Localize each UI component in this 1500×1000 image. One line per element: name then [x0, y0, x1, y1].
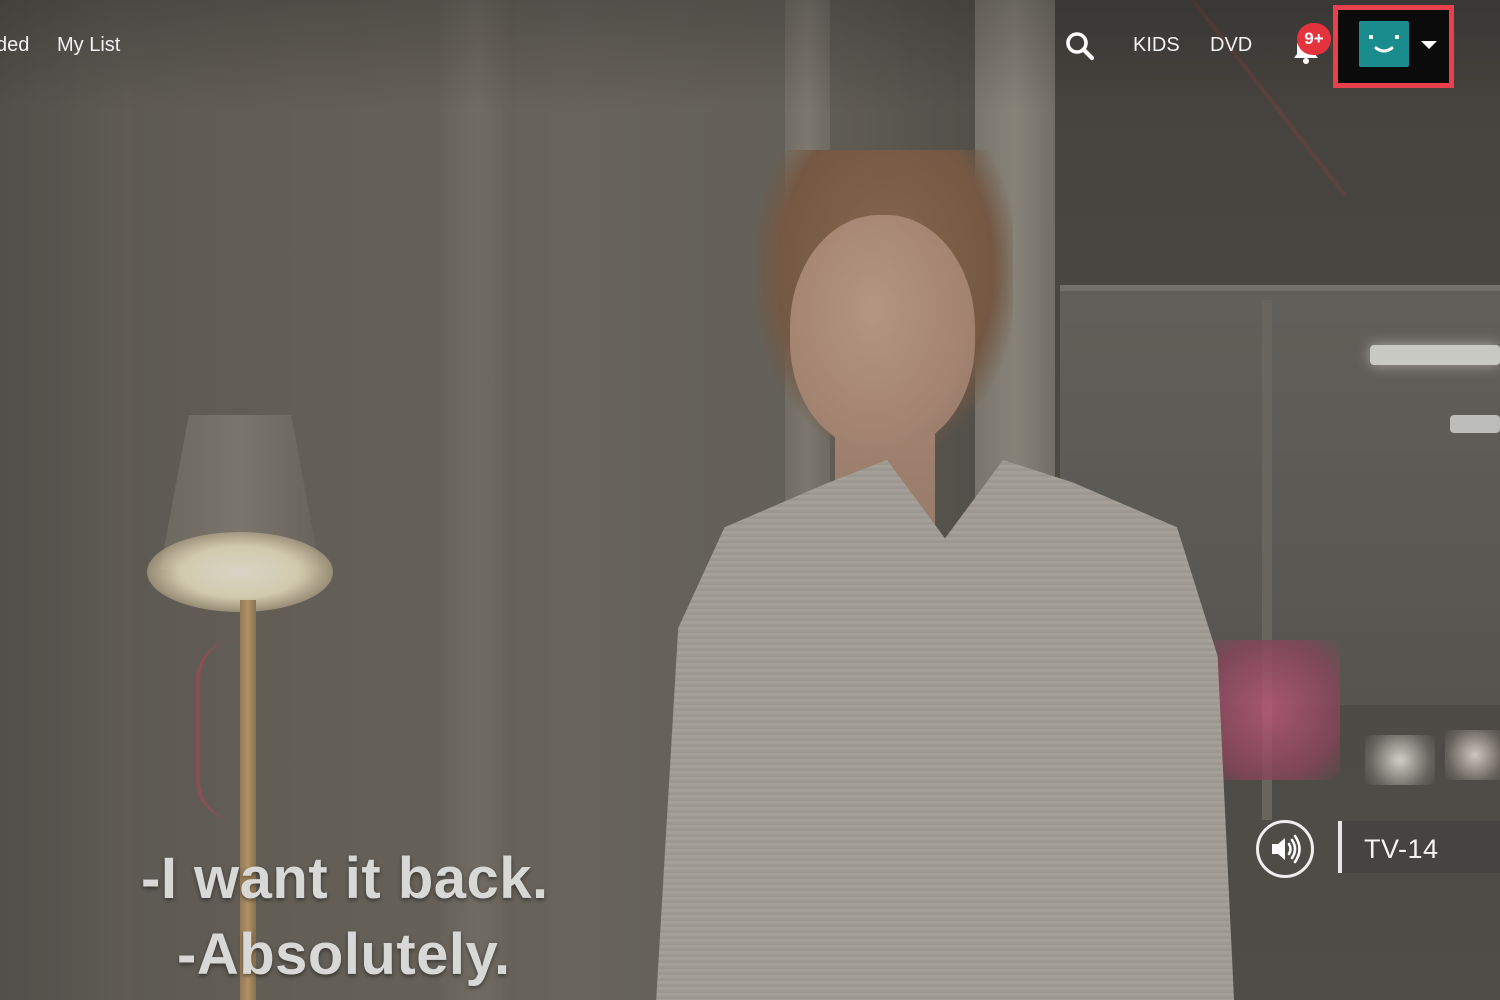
ceiling-light [1450, 415, 1500, 433]
background-lamp [1445, 730, 1500, 780]
subtitle-line-2: -Absolutely. [177, 922, 511, 987]
maturity-rating: TV-14 [1364, 834, 1439, 864]
notification-badge: 9+ [1297, 23, 1331, 55]
nav-gradient [0, 0, 1500, 110]
person-face [790, 215, 975, 450]
floor-lamp-cord [196, 640, 242, 820]
avatar[interactable] [1359, 21, 1409, 67]
nav-link-dvd[interactable]: DVD [1210, 33, 1252, 57]
nav-link-my-list[interactable]: My List [57, 33, 120, 57]
background-lamp [1365, 735, 1435, 785]
caret-down-icon[interactable] [1421, 41, 1437, 49]
background-wall [0, 0, 130, 1000]
person-shirt [655, 460, 1235, 1000]
search-icon[interactable] [1064, 30, 1096, 62]
subtitle-line-1: -I want it back. [141, 846, 549, 911]
nav-link-partial[interactable]: ded [0, 33, 29, 57]
volume-icon [1272, 834, 1301, 864]
nav-link-kids[interactable]: KIDS [1133, 33, 1180, 57]
ceiling-light [1370, 345, 1500, 365]
volume-button[interactable] [1256, 820, 1314, 878]
